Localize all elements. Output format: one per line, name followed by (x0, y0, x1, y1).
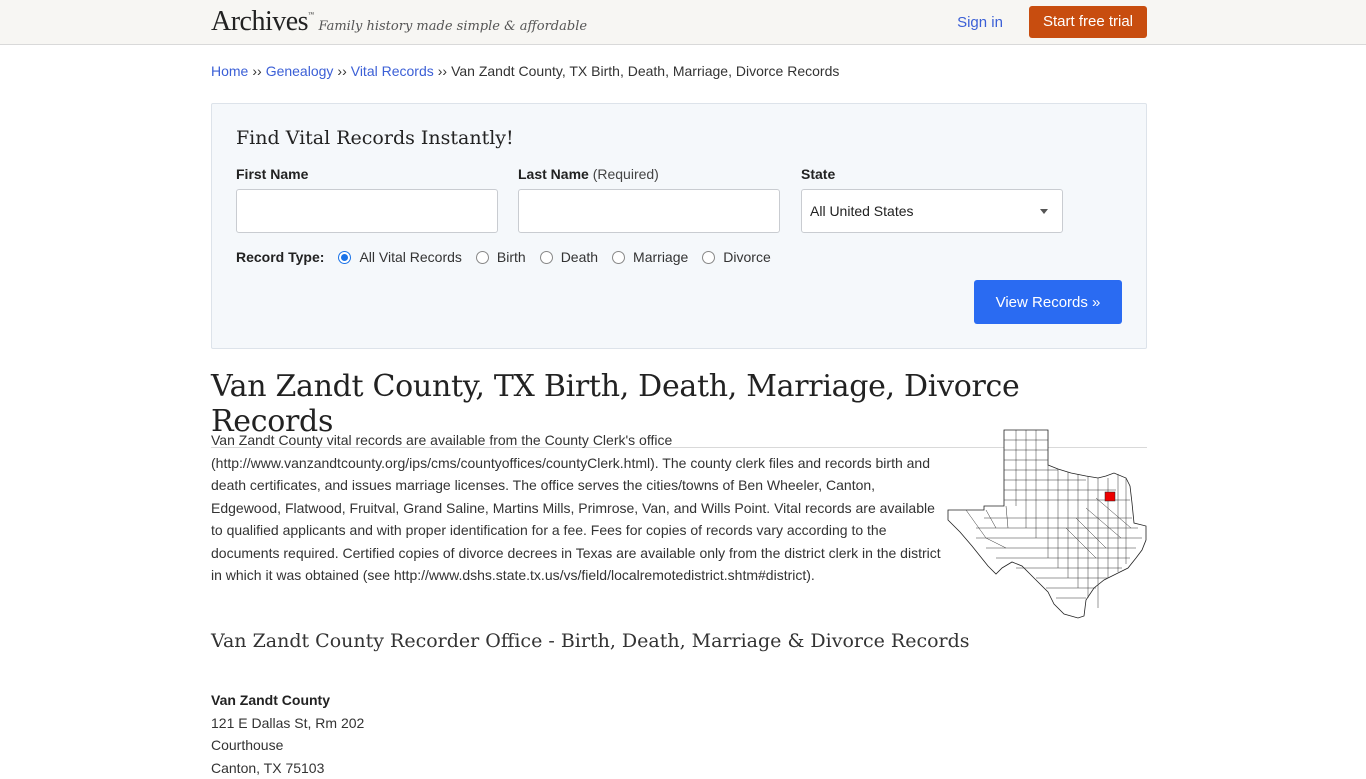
site-logo[interactable]: Archives™ (211, 6, 313, 38)
search-panel: Find Vital Records Instantly! First Name… (211, 103, 1147, 349)
state-select-value: All United States (810, 203, 914, 219)
radio-birth[interactable]: Birth (476, 249, 526, 265)
last-name-input[interactable] (518, 189, 780, 233)
brand[interactable]: Archives™ Family history made simple & a… (211, 6, 587, 38)
record-type-group: Record Type: All Vital Records Birth Dea… (236, 249, 785, 265)
state-select[interactable]: All United States (801, 189, 1063, 233)
radio-button[interactable] (476, 251, 489, 264)
radio-button[interactable] (338, 251, 351, 264)
office-address-line2: Courthouse (211, 734, 1147, 757)
search-panel-title: Find Vital Records Instantly! (236, 127, 514, 149)
texas-outline (948, 430, 1146, 618)
last-name-label-text: Last Name (518, 166, 589, 182)
chevron-down-icon (1040, 209, 1048, 214)
radio-label: Birth (497, 249, 526, 265)
breadcrumb-separator: ›› (337, 63, 346, 79)
radio-label: Marriage (633, 249, 688, 265)
van-zandt-county-highlight (1105, 492, 1115, 501)
view-records-button[interactable]: View Records » (974, 280, 1122, 324)
radio-death[interactable]: Death (540, 249, 598, 265)
record-type-label: Record Type: (236, 249, 324, 265)
tagline: Family history made simple & affordable (318, 19, 587, 34)
breadcrumb-separator: ›› (252, 63, 261, 79)
radio-label: All Vital Records (359, 249, 461, 265)
radio-all-vital-records[interactable]: All Vital Records (338, 249, 461, 265)
breadcrumb-separator: ›› (438, 63, 447, 79)
logo-text: Archives (211, 6, 308, 37)
texas-county-map (946, 428, 1148, 620)
radio-divorce[interactable]: Divorce (702, 249, 770, 265)
sign-in-link[interactable]: Sign in (957, 14, 1003, 31)
breadcrumb-home[interactable]: Home (211, 63, 248, 79)
breadcrumb-genealogy[interactable]: Genealogy (266, 63, 334, 79)
radio-label: Death (561, 249, 598, 265)
first-name-field-group: First Name (236, 166, 498, 233)
breadcrumb-current: Van Zandt County, TX Birth, Death, Marri… (451, 63, 839, 79)
radio-button[interactable] (612, 251, 625, 264)
trademark-mark: ™ (308, 12, 313, 18)
breadcrumb: Home››Genealogy››Vital Records››Van Zand… (211, 63, 1147, 79)
radio-marriage[interactable]: Marriage (612, 249, 688, 265)
site-header: Archives™ Family history made simple & a… (0, 0, 1366, 45)
radio-button[interactable] (540, 251, 553, 264)
intro-paragraph: Van Zandt County vital records are avail… (211, 429, 946, 587)
office-name: Van Zandt County (211, 689, 1147, 712)
last-name-label: Last Name (Required) (518, 166, 780, 182)
office-address: Van Zandt County 121 E Dallas St, Rm 202… (211, 689, 1147, 779)
first-name-label: First Name (236, 166, 498, 182)
radio-label: Divorce (723, 249, 770, 265)
state-label: State (801, 166, 1063, 182)
last-name-field-group: Last Name (Required) (518, 166, 780, 233)
office-address-line1: 121 E Dallas St, Rm 202 (211, 712, 1147, 735)
breadcrumb-vital-records[interactable]: Vital Records (351, 63, 434, 79)
required-note: (Required) (593, 166, 659, 182)
recorder-office-heading: Van Zandt County Recorder Office - Birth… (211, 630, 1147, 652)
first-name-input[interactable] (236, 189, 498, 233)
start-free-trial-button[interactable]: Start free trial (1029, 6, 1147, 38)
state-field-group: State All United States (801, 166, 1063, 233)
radio-button[interactable] (702, 251, 715, 264)
